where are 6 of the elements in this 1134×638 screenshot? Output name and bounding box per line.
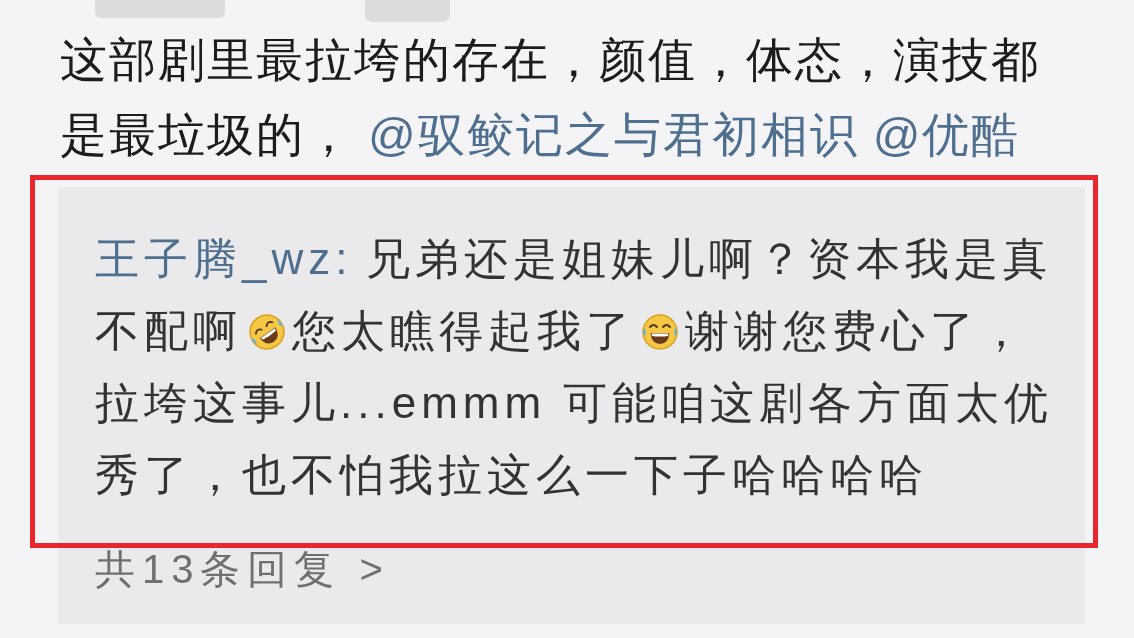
reply-text: 王子腾_wz: 兄弟还是姐妹儿啊？资本我是真不配啊 您太瞧得起我了 谢谢您费心了，拉垮这事儿...emmm 可能咱这剧各方面太优秀了，也不怕我拉这么一下子哈哈哈哈 (95, 233, 1055, 501)
mention-link[interactable]: @优酷 (872, 108, 1021, 161)
author-name-link[interactable]: 王子腾_wz: (95, 234, 353, 283)
more-replies-link[interactable]: 共13条回复 > (95, 549, 390, 589)
comment-text: 这部剧里最拉垮的存在，颜值，体态，演技都是最垃圾的， @驭鲛记之与君初相识 @优酷 (60, 32, 1041, 163)
mention-link[interactable]: @驭鲛记之与君初相识 (368, 108, 859, 161)
